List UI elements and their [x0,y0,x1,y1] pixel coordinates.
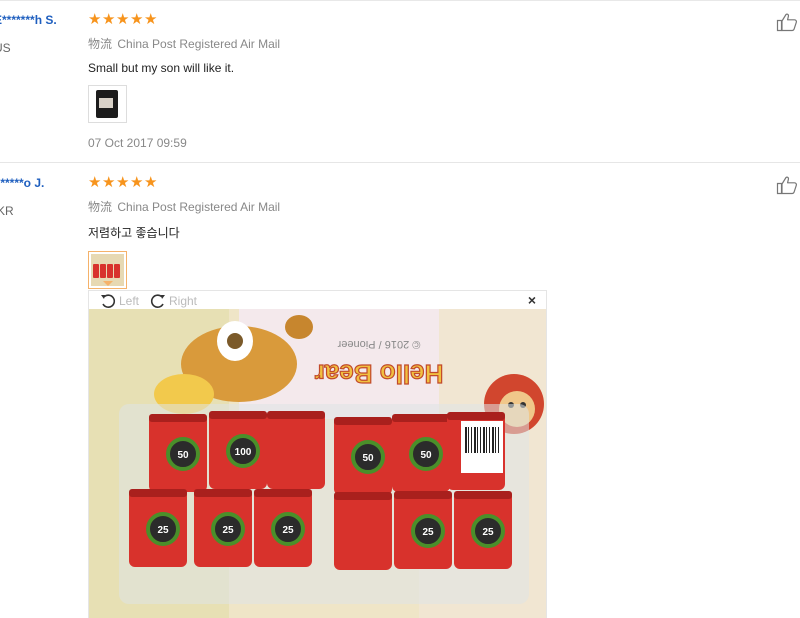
photo-barcode-sticker [461,421,503,473]
photo-viewer: Left Right × © 2016 / Pioneer Hello Bear… [88,290,547,618]
photo-barcode-bar [477,427,478,453]
rotate-cw-icon [150,294,165,308]
star-icon: ★ [144,174,158,191]
photo-can-rim [129,489,187,497]
photo-barcode-bar [483,427,485,453]
reviewer-name: I*****o J. [0,176,45,190]
review-body: ★ ★ ★ ★ ★ 物流 China Post Registered Air M… [88,11,688,150]
thumbnail-active-pointer [103,281,113,286]
reviewer-country: US [0,41,11,55]
review-item: I*****o J. KR ★ ★ ★ ★ ★ 物流 China Post Re… [0,163,800,618]
star-icon: ★ [116,174,130,191]
photo-barcode-bar [498,427,499,453]
photo-barcode-bar [480,427,481,453]
photo-can-rim [267,411,325,419]
review-text: 저렴하고 좋습니다 [88,226,180,240]
star-icon: ★ [102,174,116,191]
photo-barcode-bar [495,427,496,453]
photo-can-rim [334,492,392,500]
review-photo-thumbnail[interactable] [88,85,127,123]
thumbs-up-icon[interactable] [776,12,798,32]
review-body: ★ ★ ★ ★ ★ 物流 China Post Registered Air M… [88,174,688,289]
photo-can-rim [209,411,267,419]
photo-target-label: 25 [482,527,494,538]
photo-target-label: 50 [362,453,374,464]
photo-barcode-bar [468,427,469,453]
star-icon: ★ [88,11,102,28]
review-photo-large: © 2016 / Pioneer Hello Bear 50 100 50 50 25 2… [89,309,546,618]
photo-can [267,411,325,489]
star-icon: ★ [116,11,130,28]
photo-target-label: 25 [282,525,294,536]
review-date: 07 Oct 2017 09:59 [88,136,187,150]
star-icon: ★ [130,174,144,191]
rotate-ccw-icon [101,294,116,308]
star-icon: ★ [144,11,158,28]
review-text: Small but my son will like it. [88,61,235,75]
package-subtitle: © 2016 / Pioneer [337,338,420,350]
logistics-info: 物流 China Post Registered Air Mail [88,35,688,52]
photo-can-rim [149,414,207,422]
photo-barcode-bar [489,427,490,453]
close-icon[interactable]: × [528,292,536,308]
logistics-label: 物流 [88,37,113,51]
photo-target-label: 25 [422,527,434,538]
logistics-info: 物流 China Post Registered Air Mail [88,198,688,215]
logistics-label: 物流 [88,200,113,214]
photo-barcode-bar [465,427,467,453]
reviewer-info: E*******h S. US [0,13,57,55]
rotate-right-button[interactable]: Right [149,292,197,310]
reviewer-name: E*******h S. [0,13,57,27]
star-rating: ★ ★ ★ ★ ★ [88,11,688,28]
rotate-right-label: Right [169,294,198,308]
photo-can-rim [392,414,450,422]
photo-can-rim [394,491,452,499]
photo-can [334,492,392,570]
rotate-left-button[interactable]: Left [99,292,139,310]
photo-can-rim [254,489,312,497]
photo-barcode-bar [492,427,494,453]
photo-can-rim [334,417,392,425]
reviewer-country: KR [0,204,14,218]
reviewer-info: I*****o J. KR [0,176,44,218]
photo-target-label: 50 [420,450,432,461]
package-title: Hello Bear [315,359,444,389]
rotate-left-label: Left [119,294,140,308]
viewer-toolbar: Left Right × [89,291,546,309]
photo-can-rim [454,491,512,499]
photo-target-label: 25 [222,525,234,536]
star-icon: ★ [102,11,116,28]
photo-barcode-bar [486,427,487,453]
photo-barcode-bar [471,427,472,453]
star-icon: ★ [88,174,102,191]
star-rating: ★ ★ ★ ★ ★ [88,174,688,191]
thumbs-up-icon[interactable] [776,175,798,195]
photo-target-label: 100 [235,447,252,458]
photo-target-label: 50 [177,450,189,461]
review-item: E*******h S. US ★ ★ ★ ★ ★ 物流 China Post … [0,0,800,163]
photo-can-rim [447,412,505,420]
photo-can-rim [194,489,252,497]
photo-target-label: 25 [157,525,169,536]
logistics-method: China Post Registered Air Mail [117,200,281,214]
photo-barcode-bar [474,427,476,453]
star-icon: ★ [130,11,144,28]
logistics-method: China Post Registered Air Mail [117,37,281,51]
